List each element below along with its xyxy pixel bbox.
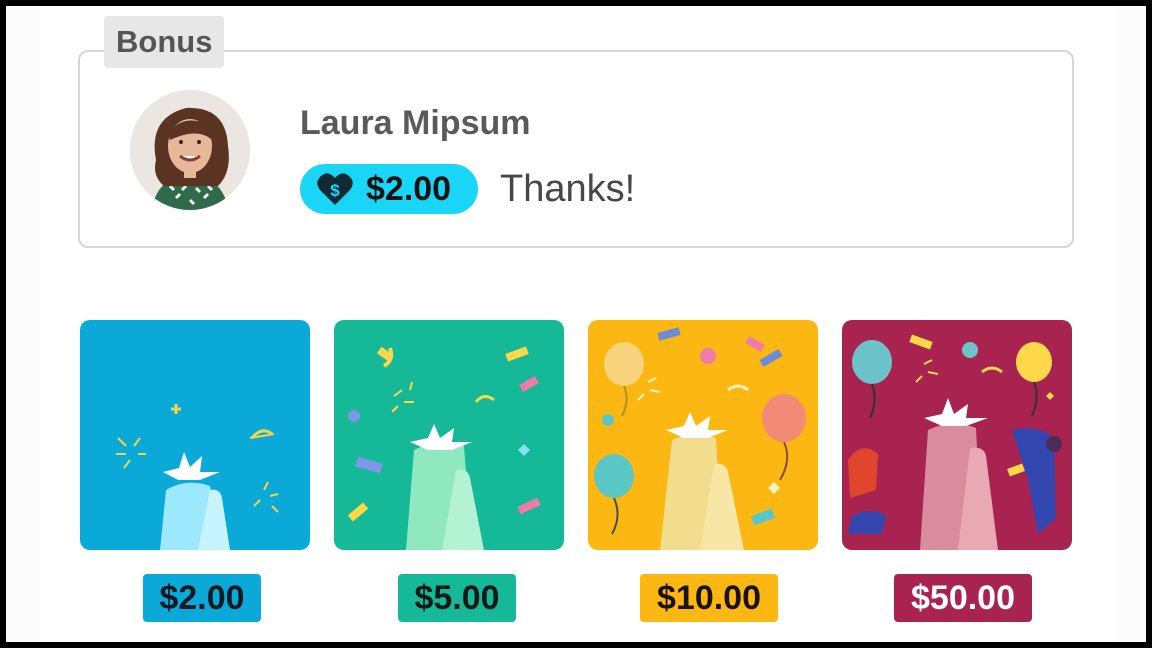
sender-name: Laura Mipsum [300, 104, 531, 142]
screen: Laura Mipsum $ $2.00 Thanks! Bonus $2.00… [6, 6, 1146, 642]
bonus-amount-pill: $ $2.00 [300, 164, 478, 214]
avatar [130, 90, 250, 210]
price-label-2[interactable]: $2.00 [143, 574, 261, 622]
bonus-card: Laura Mipsum $ $2.00 Thanks! [78, 50, 1074, 248]
svg-text:$: $ [330, 181, 340, 200]
left-margin [6, 6, 40, 642]
price-label-10[interactable]: $10.00 [640, 574, 778, 622]
bonus-amount: $2.00 [366, 170, 452, 208]
bonus-option-2-image[interactable] [80, 320, 310, 550]
heart-dollar-icon: $ [317, 173, 353, 205]
bonus-tag: Bonus [104, 16, 225, 68]
bonus-message: Thanks! [500, 168, 636, 210]
bonus-option-5-image[interactable] [334, 320, 564, 550]
bonus-option-10-image[interactable] [588, 320, 818, 550]
right-margin [1116, 6, 1146, 642]
price-label-50[interactable]: $50.00 [894, 574, 1032, 622]
bonus-option-50-image[interactable] [842, 320, 1072, 550]
price-label-5[interactable]: $5.00 [398, 574, 516, 622]
